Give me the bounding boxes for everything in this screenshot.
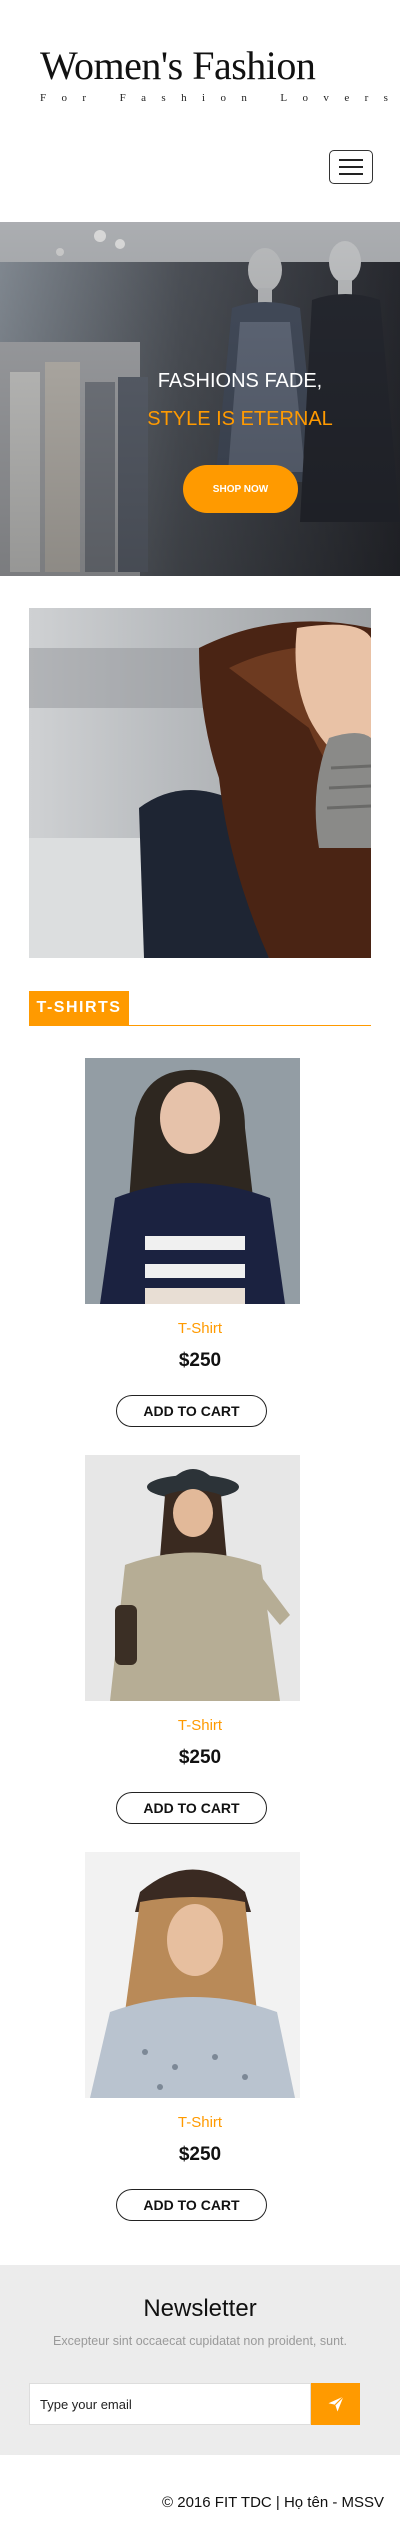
product-price: $250 <box>178 1747 222 1768</box>
product-card: T-Shirt $250 ADD TO CART <box>0 1058 400 1455</box>
hero-heading: FASHIONS FADE, <box>157 370 323 392</box>
newsletter-title: Newsletter <box>143 2295 257 2322</box>
copyright-text: © 2016 FIT TDC | Họ tên - MSSV <box>162 2494 384 2511</box>
subscribe-button[interactable] <box>311 2383 360 2425</box>
product-price: $250 <box>178 1350 222 1371</box>
hero-subheading: STYLE IS ETERNAL <box>147 408 333 430</box>
hero-banner: FASHIONS FADE, STYLE IS ETERNAL SHOP NOW <box>0 222 400 576</box>
hamburger-icon-bar <box>339 159 363 161</box>
product-name[interactable]: T-Shirt <box>0 1717 400 1734</box>
product-name[interactable]: T-Shirt <box>0 2114 400 2131</box>
product-price: $250 <box>178 2144 222 2165</box>
section-title: T-SHIRTS <box>29 991 129 1025</box>
hero-background-image <box>0 222 400 576</box>
page: Women's Fashion For Fashion Lovers FASHI… <box>0 0 400 2542</box>
product-card: T-Shirt $250 ADD TO CART <box>0 1455 400 1852</box>
site-header: Women's Fashion For Fashion Lovers <box>0 0 400 222</box>
product-list: T-Shirt $250 ADD TO CART T-Shirt $250 AD… <box>0 1026 400 2249</box>
brand-title[interactable]: Women's Fashion <box>40 42 380 90</box>
brand-tagline: For Fashion Lovers <box>40 92 400 104</box>
product-photo <box>85 1455 300 1701</box>
hamburger-icon-bar <box>339 173 363 175</box>
site-footer: © 2016 FIT TDC | Họ tên - MSSV <box>0 2455 400 2542</box>
newsletter-section: Newsletter Excepteur sint occaecat cupid… <box>0 2265 400 2455</box>
paper-plane-icon <box>328 2396 344 2412</box>
product-photo <box>85 1852 300 2098</box>
brand[interactable]: Women's Fashion For Fashion Lovers <box>40 42 400 104</box>
add-to-cart-button[interactable]: ADD TO CART <box>116 1792 267 1824</box>
product-image[interactable] <box>85 1455 300 1701</box>
email-input[interactable] <box>29 2383 311 2425</box>
product-image[interactable] <box>85 1852 300 2098</box>
hamburger-menu-button[interactable] <box>329 150 373 184</box>
section-header: T-SHIRTS <box>29 991 371 1026</box>
add-to-cart-button[interactable]: ADD TO CART <box>116 2189 267 2221</box>
woman-portrait-image <box>29 608 371 958</box>
product-card: T-Shirt $250 ADD TO CART <box>0 1852 400 2249</box>
product-image[interactable] <box>85 1058 300 1304</box>
hamburger-icon-bar <box>339 166 363 168</box>
add-to-cart-button[interactable]: ADD TO CART <box>116 1395 267 1427</box>
featured-image[interactable] <box>29 608 371 958</box>
newsletter-subtitle: Excepteur sint occaecat cupidatat non pr… <box>53 2334 347 2348</box>
product-photo <box>85 1058 300 1304</box>
product-name[interactable]: T-Shirt <box>0 1320 400 1337</box>
shop-now-button[interactable]: SHOP NOW <box>183 465 298 513</box>
